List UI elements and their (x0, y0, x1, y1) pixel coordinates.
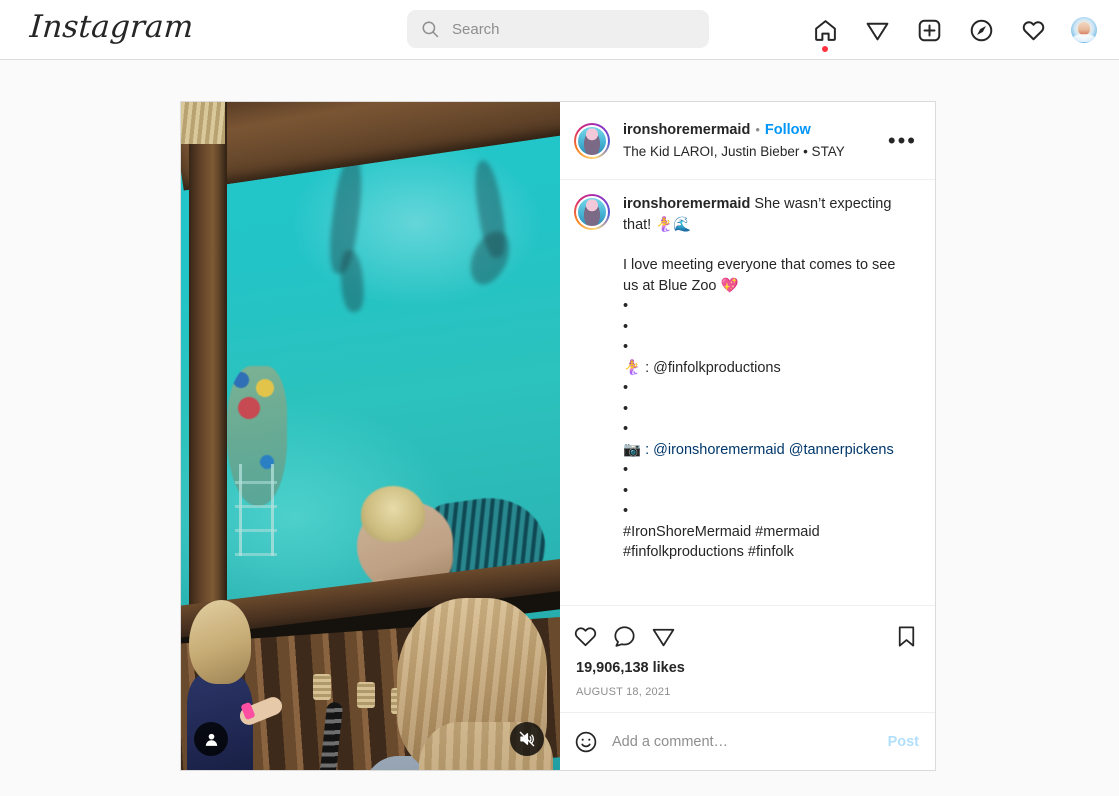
explore-icon[interactable] (967, 16, 995, 44)
new-post-icon[interactable] (915, 16, 943, 44)
search-input[interactable] (452, 10, 702, 48)
post-details-panel: ironshoremermaid • Follow The Kid LAROI,… (560, 102, 935, 770)
caption-bullet: • (623, 462, 629, 478)
avatar-image (576, 124, 608, 157)
caption-text: ironshoremermaid She wasn’t expecting th… (623, 194, 907, 563)
search-bar[interactable] (407, 10, 709, 48)
comment-input[interactable] (612, 733, 880, 750)
home-notification-dot (822, 46, 828, 52)
post-card: ironshoremermaid • Follow The Kid LAROI,… (180, 101, 936, 771)
heart-icon[interactable] (573, 624, 598, 649)
hashtags-line-1[interactable]: #IronShoreMermaid #mermaid (623, 522, 907, 543)
follow-button[interactable]: Follow (765, 121, 811, 140)
caption-author[interactable]: ironshoremermaid (623, 196, 750, 212)
post-username[interactable]: ironshoremermaid (623, 121, 750, 140)
tank-ladder (235, 464, 277, 556)
post-comment-button[interactable]: Post (880, 734, 919, 750)
top-navigation-bar: Instagram (0, 0, 1119, 60)
caption-bullet: • (623, 421, 629, 437)
share-paper-plane-icon[interactable] (651, 624, 676, 649)
avatar-image (576, 196, 608, 228)
caption-bullet: • (623, 298, 629, 314)
caption-paragraph-2: I love meeting everyone that comes to se… (623, 257, 896, 294)
post-header: ironshoremermaid • Follow The Kid LAROI,… (560, 102, 935, 180)
rope-wrap (357, 682, 375, 708)
post-date: AUGUST 18, 2021 (576, 686, 671, 698)
caption-author-avatar[interactable] (574, 194, 610, 230)
more-options-button[interactable]: ••• (886, 129, 919, 151)
rope-wrap (313, 674, 331, 700)
home-icon[interactable] (811, 16, 839, 52)
avatar[interactable] (1071, 17, 1097, 43)
child-hair (189, 600, 251, 684)
caption-bullet: • (623, 482, 629, 499)
speaker-muted-icon[interactable] (510, 722, 544, 756)
mermaid-hair (361, 486, 425, 542)
person-tag-icon[interactable] (194, 722, 228, 756)
search-icon (421, 20, 439, 38)
nav-icon-group (811, 0, 1097, 60)
hashtags-line-2[interactable]: #finfolkproductions #finfolk (623, 542, 907, 563)
post-video[interactable] (181, 102, 560, 770)
audio-track-label[interactable]: The Kid LAROI, Justin Bieber • STAY (623, 143, 845, 161)
camera-credit-link[interactable]: 📷 : @ironshoremermaid @tannerpickens (623, 442, 894, 458)
activity-heart-icon[interactable] (1019, 16, 1047, 44)
rope-wrap (181, 102, 225, 144)
add-comment-bar: Post (560, 712, 935, 770)
action-icon-row (573, 614, 919, 658)
caption-bullet: • (623, 503, 629, 519)
caption-region[interactable]: ironshoremermaid She wasn’t expecting th… (560, 180, 935, 605)
caption-bullet: • (623, 339, 629, 355)
mermaid-credit-link[interactable]: 🧜‍♀️ : @finfolkproductions (623, 358, 907, 379)
post-author-avatar[interactable] (574, 122, 610, 159)
instagram-logo[interactable]: Instagram (29, 9, 195, 45)
caption-bullet: • (623, 400, 629, 417)
like-count[interactable]: 19,906,138 likes (573, 658, 919, 676)
messenger-icon[interactable] (863, 16, 891, 44)
caption-bullet: • (623, 318, 629, 335)
caption-bullet: • (623, 380, 629, 396)
caption-row: ironshoremermaid She wasn’t expecting th… (574, 194, 919, 563)
comment-bubble-icon[interactable] (612, 624, 637, 649)
post-author-row: ironshoremermaid • Follow (623, 121, 845, 140)
post-action-bar: 19,906,138 likes AUGUST 18, 2021 (560, 605, 935, 712)
emoji-smiley-icon[interactable] (574, 730, 598, 754)
bookmark-icon[interactable] (894, 624, 919, 649)
wooden-post (189, 102, 227, 622)
separator-dot: • (755, 121, 760, 137)
post-header-text: ironshoremermaid • Follow The Kid LAROI,… (623, 121, 845, 160)
